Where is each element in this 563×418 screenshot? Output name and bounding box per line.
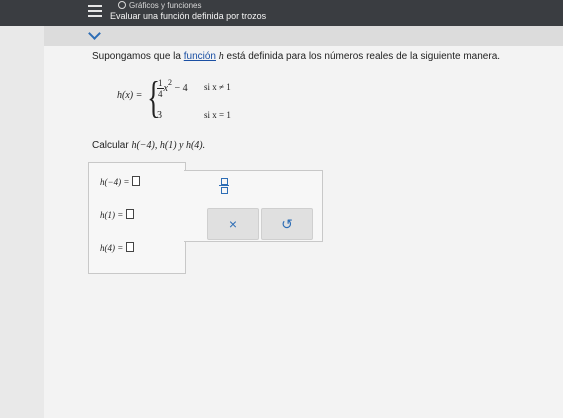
answer-input-h-1[interactable] xyxy=(126,209,135,219)
piecewise-definition: h(x) = { 1 4 x2 − 4 si x ≠ 1 3 si x = 1 xyxy=(117,76,257,126)
top-bar: Gráficos y funciones Evaluar una función… xyxy=(0,0,563,26)
case-two-condition: si x = 1 xyxy=(204,110,231,120)
answer-row-h-1: h(1) = xyxy=(100,209,135,220)
case-one-expression: 1 4 x2 − 4 xyxy=(157,78,188,100)
function-link[interactable]: función xyxy=(184,51,216,62)
answer-row-h-4: h(4) = xyxy=(100,242,135,253)
function-lhs: h(x) = xyxy=(117,90,143,101)
answer-input-h-neg4[interactable] xyxy=(132,176,141,186)
collapse-bar[interactable] xyxy=(44,26,563,46)
answer-row-h-neg4: h(−4) = xyxy=(100,176,141,187)
clear-button[interactable]: × xyxy=(207,208,259,240)
module-title: Gráficos y funciones xyxy=(118,1,201,10)
answer-input-h-4[interactable] xyxy=(126,242,135,252)
case-one-condition: si x ≠ 1 xyxy=(204,82,231,92)
lesson-title: Evaluar una función definida por trozos xyxy=(110,11,267,21)
hamburger-icon[interactable] xyxy=(88,5,102,17)
fraction-icon[interactable] xyxy=(219,177,229,195)
calc-instruction: Calcular h(−4), h(1) y h(4). xyxy=(92,140,206,151)
undo-button[interactable]: ↺ xyxy=(261,208,313,240)
module-status-icon xyxy=(118,1,126,9)
case-two-expression: 3 xyxy=(157,110,162,121)
problem-statement: Supongamos que la función h está definid… xyxy=(92,51,501,62)
